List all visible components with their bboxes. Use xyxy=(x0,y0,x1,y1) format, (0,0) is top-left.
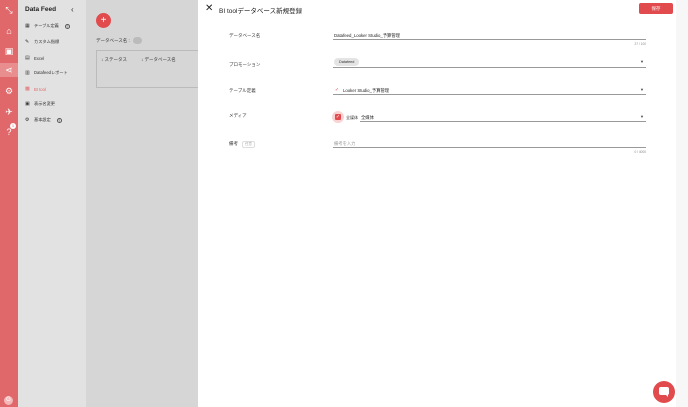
main-content: + データベース名 : ↓ ステータス ↓ データベース名 xyxy=(86,0,198,407)
all-media-checkbox-label: 全媒体 xyxy=(346,115,358,120)
wrench-icon: ✎ xyxy=(25,38,30,45)
table-definition-select[interactable]: ✓ Looker Studio_予算管理 ▼ xyxy=(333,85,646,95)
drawer-title: BI toolデータベース新規登録 xyxy=(219,8,303,15)
sidebar-item-basic-settings[interactable]: ⚙ 基本設定 ? xyxy=(25,115,62,125)
sidebar-item-label: カスタム指標 xyxy=(34,39,60,44)
sidebar-item-bi-tool[interactable]: ▩ BI tool xyxy=(25,84,46,94)
share-icon[interactable]: ⋖ xyxy=(0,63,18,77)
note-placeholder: 備考を入力 xyxy=(334,141,356,146)
home-icon[interactable]: ⌂ xyxy=(3,25,15,37)
sidebar-item-label: Excel xyxy=(34,55,45,61)
checkbox-checked-icon: ✓ xyxy=(335,114,341,120)
table-header: ↓ ステータス ↓ データベース名 xyxy=(96,50,198,88)
bar-chart-icon: ▥ xyxy=(25,69,30,76)
sidebar-item-excel[interactable]: ▤ Excel xyxy=(25,53,44,63)
all-media-checkbox[interactable]: ✓ xyxy=(332,111,344,123)
db-name-filter-label: データベース名 : xyxy=(96,38,130,43)
promotion-chip[interactable]: Datafeed xyxy=(334,58,360,66)
media-label: メディア xyxy=(229,113,247,118)
sidebar-item-label: テーブル定義 xyxy=(34,23,59,28)
bi-tool-icon: ▩ xyxy=(25,85,30,92)
collapse-sidebar-icon[interactable]: ‹ xyxy=(71,5,74,14)
table-icon: ▦ xyxy=(25,22,30,29)
rename-icon: ▣ xyxy=(25,100,30,107)
register-drawer: ✕ BI toolデータベース新規登録 保存 データベース名 Datafeed_… xyxy=(198,0,688,407)
chevron-down-icon[interactable]: ▼ xyxy=(640,87,644,92)
table-definition-label: テーブル定義 xyxy=(229,88,256,93)
db-name-value: Datafeed_Looker Studio_予算管理 xyxy=(334,33,400,38)
help-circle-icon[interactable]: ? xyxy=(56,117,62,123)
filter-chip[interactable] xyxy=(133,37,142,44)
sidebar-item-custom-metrics[interactable]: ✎ カスタム指標 xyxy=(25,37,59,47)
app-rail: ⤡ ⌂ ▣ ⋖ ⚙ ✈ ? 1 G xyxy=(0,0,18,407)
chevron-down-icon[interactable]: ▼ xyxy=(640,114,644,119)
gear-icon: ⚙ xyxy=(25,116,30,123)
sidebar-item-table-definition[interactable]: ▦ テーブル定義 ? xyxy=(25,21,70,31)
sort-status-column[interactable]: ↓ ステータス xyxy=(101,57,127,63)
sidebar-item-label: 表示名変更 xyxy=(34,101,55,106)
note-label: 備考 任意 xyxy=(229,141,255,148)
chevron-down-icon[interactable]: ▼ xyxy=(640,59,644,64)
datafeed-logo-icon[interactable]: ⤡ xyxy=(3,4,15,16)
report-icon[interactable]: ▣ xyxy=(3,45,15,57)
sidebar-item-datafeed-report[interactable]: ▥ Datafeedレポート xyxy=(25,68,68,78)
sidebar-item-display-name[interactable]: ▣ 表示名変更 xyxy=(25,99,55,109)
checkmark-icon: ✓ xyxy=(334,87,340,93)
note-input[interactable]: 備考を入力 0 / 4000 xyxy=(333,138,646,154)
optional-tag: 任意 xyxy=(242,141,255,148)
person-walk-icon[interactable]: ✈ xyxy=(3,106,15,118)
promotion-label: プロモーション xyxy=(229,62,261,67)
promotion-select[interactable]: Datafeed ▼ xyxy=(333,57,646,68)
close-icon[interactable]: ✕ xyxy=(205,3,213,14)
sidebar-item-label: BI tool xyxy=(34,86,46,92)
table-definition-value: Looker Studio_予算管理 xyxy=(343,88,390,93)
sidebar-title: Data Feed xyxy=(25,6,57,13)
sidebar-item-label: 基本設定 xyxy=(34,117,51,122)
sidebar-item-label: Datafeedレポート xyxy=(34,70,68,75)
save-button[interactable]: 保存 xyxy=(639,3,673,14)
db-name-label: データベース名 xyxy=(229,33,261,38)
chat-support-button[interactable] xyxy=(653,381,675,403)
add-button[interactable]: + xyxy=(96,13,111,28)
db-name-counter: 27 / 100 xyxy=(634,42,646,46)
sidebar: Data Feed ‹ ▦ テーブル定義 ? ✎ カスタム指標 ▤ Excel … xyxy=(18,0,86,407)
notification-badge: 1 xyxy=(10,123,16,129)
help-circle-icon[interactable]: ? xyxy=(64,23,70,29)
settings-icon[interactable]: ⚙ xyxy=(3,85,15,97)
db-name-input[interactable]: Datafeed_Looker Studio_予算管理 27 / 100 xyxy=(333,31,646,46)
note-counter: 0 / 4000 xyxy=(634,150,646,154)
excel-icon: ▤ xyxy=(25,54,30,61)
media-select[interactable]: 全媒体 ▼ xyxy=(360,112,646,122)
scrollbar[interactable] xyxy=(676,0,688,407)
avatar[interactable]: G xyxy=(4,396,13,405)
sort-db-name-column[interactable]: ↓ データベース名 xyxy=(141,57,176,63)
media-value: 全媒体 xyxy=(361,115,374,120)
